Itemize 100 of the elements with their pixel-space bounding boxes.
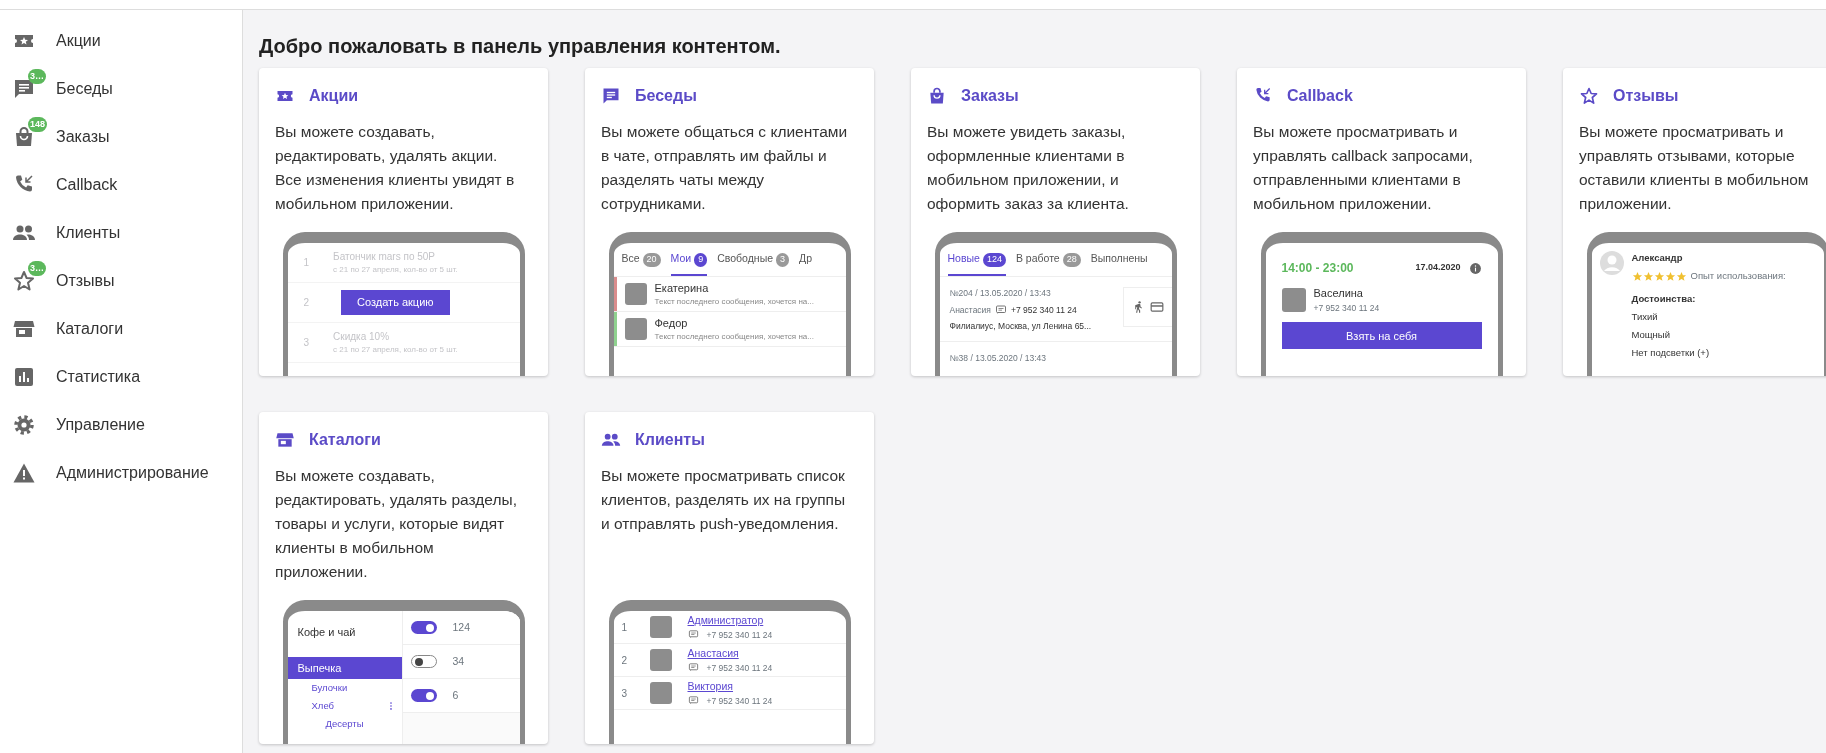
subcategory-item[interactable]: Хлеб (287, 697, 402, 715)
sidebar-item[interactable]: Администрирование (0, 449, 242, 497)
message-icon (687, 629, 699, 641)
card-title: Callback (1287, 86, 1353, 106)
chat-name: Федор (654, 315, 689, 331)
chat-message: Текст последнего сообщения, хочется на... (654, 296, 814, 308)
tab[interactable]: Др (799, 251, 812, 276)
caller-name: Васелина (1313, 286, 1364, 301)
pros-item: Тихий (1631, 309, 1659, 324)
create-promo-button[interactable]: Создать акцию (341, 290, 450, 315)
card-title: Беседы (635, 86, 697, 106)
card-title: Акции (309, 86, 359, 106)
photo-placeholder (649, 616, 672, 638)
photo-placeholder (649, 682, 672, 704)
chat-icon (12, 77, 36, 101)
client-name-link[interactable]: Администратор (687, 613, 764, 626)
tab[interactable]: Выполнены (1090, 251, 1148, 276)
card-title: Отзывы (1613, 86, 1679, 106)
row-number: 3 (621, 686, 629, 701)
phone-number: +7 952 340 11 24 (706, 694, 773, 708)
take-request-button[interactable]: Взять на себя (1281, 322, 1482, 350)
sidebar-item[interactable]: Каталоги (0, 305, 242, 353)
photo-placeholder (1281, 287, 1306, 312)
count-badge: 124 (982, 253, 1006, 267)
sidebar-item[interactable]: Отзывы 3… (0, 257, 242, 305)
sidebar-item[interactable]: Управление (0, 401, 242, 449)
count-label: 34 (452, 653, 465, 669)
order-address: Филиалиус, Москва, ул Ленина 65... (949, 320, 1093, 333)
photo-placeholder (649, 649, 672, 671)
order-meta: №204 / 13.05.2020 / 13:43 (949, 286, 1052, 300)
card-title: Заказы (961, 86, 1019, 106)
sidebar-item[interactable]: Беседы 3… (0, 65, 242, 113)
chat-name: Екатерина (654, 280, 710, 296)
count-badge: 148 (28, 117, 48, 132)
reviewer-name: Александр (1631, 251, 1684, 265)
customer-name: Анастасия (949, 303, 991, 317)
row-number: 1 (621, 620, 629, 635)
phone-number: +7 952 340 11 24 (1010, 303, 1077, 317)
experience-label: Опыт использования: (1690, 269, 1786, 284)
subcategory-item[interactable]: Десерты (287, 715, 402, 733)
pros-title: Достоинства: (1631, 291, 1697, 306)
client-name-link[interactable]: Виктория (687, 679, 733, 692)
store-icon (275, 430, 295, 450)
count-label: 6 (452, 687, 459, 703)
card-description: Вы можете просматривать и управлять отзывами, которые оставили клиенты в мобильном приложении. (1578, 122, 1810, 214)
row-number: 2 (621, 653, 629, 668)
bar-chart-icon (12, 365, 36, 389)
toggle-switch[interactable] (410, 655, 437, 668)
sidebar-item[interactable]: Клиенты (0, 209, 242, 257)
time-range: 14:00 - 23:00 (1281, 260, 1354, 277)
card-description: Вы можете общаться с клиентами в чате, отправлять им файлы и разделять чаты между сотрудниками. (600, 122, 849, 214)
row-number: 1 (303, 256, 310, 270)
phone-number: +7 952 340 11 24 (706, 628, 773, 642)
info-icon (1468, 261, 1482, 275)
star-icon (1642, 270, 1654, 282)
shopping-bag-icon (927, 86, 947, 106)
row-number: 3 (303, 336, 310, 350)
card-title: Клиенты (635, 430, 705, 450)
star-icon (1631, 270, 1643, 282)
card-description: Вы можете просматривать и управлять callback запросами, отправленными клиентами в мобильном приложении. (1252, 122, 1474, 214)
toggle-switch[interactable] (410, 621, 437, 634)
star-icon (1653, 270, 1665, 282)
card-description: Вы можете создавать, редактировать, удалять акции. Все изменения клиенты увидят в мобильном приложении. (274, 122, 516, 214)
warning-icon (12, 461, 36, 485)
star-icon (12, 269, 36, 293)
client-name-link[interactable]: Анастасия (687, 646, 739, 659)
count-badge: 3… (28, 261, 46, 276)
sidebar-item[interactable]: Акции (0, 17, 242, 65)
pros-item: Нет подсветки (+) (1631, 346, 1711, 361)
row-number: 2 (303, 296, 310, 310)
photo-placeholder (624, 282, 647, 305)
chat-message: Текст последнего сообщения, хочется на... (654, 331, 814, 343)
sidebar-item[interactable]: Заказы 148 (0, 113, 242, 161)
star-icon (1675, 270, 1687, 282)
settings-icon (12, 413, 36, 437)
message-icon (994, 303, 1007, 316)
tab[interactable]: Свободные 3 (717, 251, 790, 276)
date-label: 17.04.2020 (1415, 261, 1461, 275)
count-label: 124 (452, 619, 471, 635)
sidebar-item[interactable]: Статистика (0, 353, 242, 401)
photo-placeholder (624, 317, 647, 340)
tab[interactable]: В работе 28 (1015, 251, 1081, 276)
card-title: Каталоги (309, 430, 381, 450)
message-icon (687, 662, 699, 674)
card-description: Вы можете создавать, редактировать, удалять разделы, товары и услуги, которые видят клиенты в мобильном приложении. (274, 466, 518, 582)
avatar-placeholder (1599, 251, 1624, 275)
order-meta: №38 / 13.05.2020 / 13:43 (949, 352, 1048, 365)
count-badge: 28 (1062, 253, 1081, 267)
tab[interactable]: Новые 124 (947, 251, 1006, 276)
card-description: Вы можете просматривать список клиентов, разделять их на группы и отправлять push-уведомления. (600, 466, 847, 534)
chat-icon (601, 86, 621, 106)
sidebar-item[interactable]: Callback (0, 161, 242, 209)
toggle-switch[interactable] (410, 689, 437, 702)
tab[interactable]: Все 20 (621, 251, 661, 276)
category-item[interactable]: Кофе и чай (287, 611, 402, 653)
tab[interactable]: Мои 9 (670, 251, 708, 276)
subcategory-item[interactable]: Булочки (287, 679, 402, 697)
message-icon (687, 695, 699, 707)
category-item[interactable]: Выпечка (287, 657, 402, 679)
count-badge: 3… (28, 69, 46, 84)
